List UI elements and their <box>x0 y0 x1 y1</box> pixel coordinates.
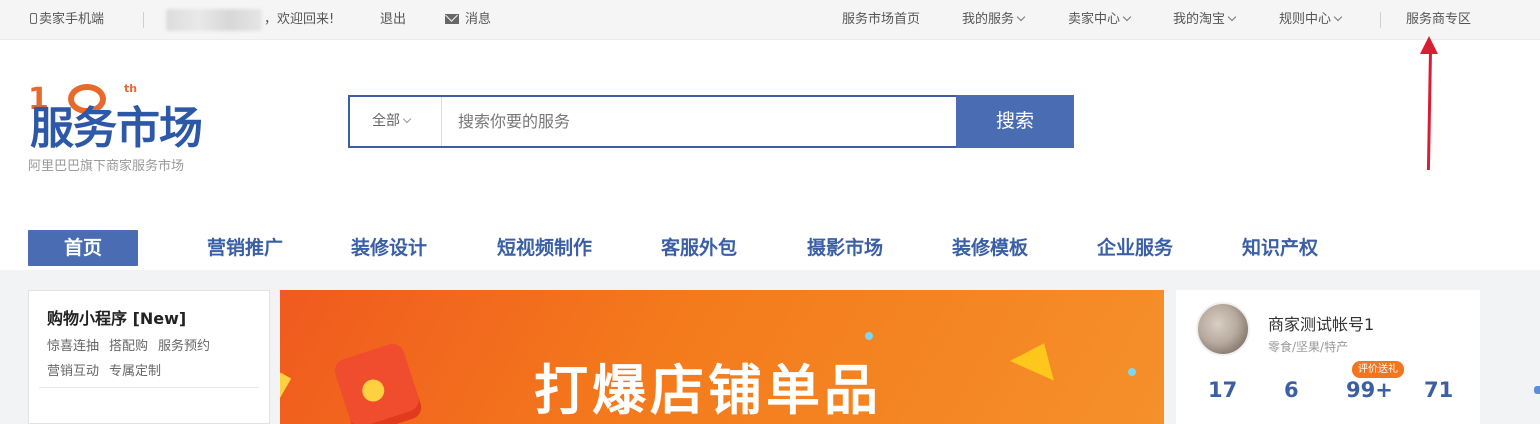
tab-home[interactable]: 首页 <box>28 230 138 266</box>
search-category-select[interactable]: 全部 <box>350 97 442 146</box>
chevron-down-icon <box>1333 12 1343 22</box>
my-services-menu[interactable]: 我的服务 <box>962 11 1026 29</box>
logo-anniversary-suffix: th <box>124 82 138 95</box>
tab-decoration-design[interactable]: 装修设计 <box>351 230 427 266</box>
coin-icon <box>359 376 388 405</box>
banner-decoration <box>280 372 292 400</box>
account-card: 商家测试帐号1 零食/坚果/特产 评价送礼 17 6 99+ 71 <box>1176 290 1480 424</box>
logout-link[interactable]: 退出 <box>380 11 406 29</box>
stat-value[interactable]: 17 <box>1208 378 1237 402</box>
tab-short-video[interactable]: 短视频制作 <box>497 230 592 266</box>
banner-decoration <box>865 332 873 340</box>
link-bundle-buy[interactable]: 搭配购 <box>109 339 148 354</box>
search-input[interactable] <box>444 97 956 146</box>
divider <box>143 12 144 28</box>
link-marketing-interaction[interactable]: 营销互动 <box>47 364 99 379</box>
logo-title: 服务市场 <box>30 103 203 154</box>
category-links-row: 惊喜连抽 搭配购 服务预约 <box>47 335 220 354</box>
search-bar: 全部 搜索 <box>348 95 1074 148</box>
category-title[interactable]: 购物小程序 [New] <box>47 305 186 329</box>
welcome-text: ，欢迎回来! <box>264 12 335 27</box>
up-arrow-icon <box>1009 333 1067 381</box>
chevron-down-icon <box>1122 12 1132 22</box>
link-custom[interactable]: 专属定制 <box>109 364 161 379</box>
stat-value[interactable]: 99+ <box>1346 378 1393 402</box>
avatar[interactable] <box>1196 302 1250 356</box>
my-taobao-menu[interactable]: 我的淘宝 <box>1173 11 1237 29</box>
provider-zone-link[interactable]: 服务商专区 <box>1406 11 1471 29</box>
red-envelope-icon <box>331 340 425 424</box>
category-links-row: 营销互动 专属定制 <box>47 360 171 379</box>
stat-value[interactable]: 6 <box>1284 378 1299 402</box>
tab-enterprise[interactable]: 企业服务 <box>1097 230 1173 266</box>
messages-link[interactable]: 消息 <box>445 11 491 29</box>
chevron-down-icon <box>402 114 412 124</box>
account-category: 零食/坚果/特产 <box>1268 340 1349 354</box>
site-logo[interactable]: 1 th 服务市场 阿里巴巴旗下商家服务市场 <box>28 82 228 174</box>
market-home-link[interactable]: 服务市场首页 <box>842 11 920 29</box>
chevron-down-icon <box>1016 12 1026 22</box>
logo-subtitle: 阿里巴巴旗下商家服务市场 <box>28 159 185 174</box>
tab-marketing[interactable]: 营销推广 <box>207 230 283 266</box>
rules-center-menu[interactable]: 规则中心 <box>1279 11 1343 29</box>
search-button[interactable]: 搜索 <box>956 95 1074 148</box>
banner-decoration <box>1128 368 1136 376</box>
chevron-down-icon <box>1227 12 1237 22</box>
category-card: 购物小程序 [New] 惊喜连抽 搭配购 服务预约 营销互动 专属定制 <box>28 290 270 424</box>
tab-customer-service[interactable]: 客服外包 <box>661 230 737 266</box>
link-lucky-draw[interactable]: 惊喜连抽 <box>47 339 99 354</box>
banner-headline: 打爆店铺单品 <box>534 359 882 422</box>
link-service-booking[interactable]: 服务预约 <box>158 339 210 354</box>
floating-widget-edge[interactable] <box>1534 386 1540 394</box>
tab-photography[interactable]: 摄影市场 <box>807 230 883 266</box>
tab-ip[interactable]: 知识产权 <box>1242 230 1318 266</box>
review-gift-badge: 评价送礼 <box>1352 361 1404 378</box>
seller-mobile-link[interactable]: 卖家手机端 <box>30 11 104 29</box>
top-bar: 卖家手机端 ，欢迎回来! 退出 消息 服务市场首页 我的服务 卖家中心 我的淘宝… <box>0 0 1540 40</box>
main-nav: 首页 营销推广 装修设计 短视频制作 客服外包 摄影市场 装修模板 企业服务 知… <box>0 225 1540 270</box>
stat-value[interactable]: 71 <box>1424 378 1453 402</box>
annotation-arrow-line <box>1426 45 1433 171</box>
promo-banner[interactable]: 打爆店铺单品 <box>280 290 1164 424</box>
mail-icon <box>445 14 459 24</box>
tab-templates[interactable]: 装修模板 <box>952 230 1028 266</box>
blurred-username <box>166 9 262 31</box>
divider <box>1380 12 1381 28</box>
divider <box>39 387 259 388</box>
account-name: 商家测试帐号1 <box>1268 315 1375 334</box>
seller-center-menu[interactable]: 卖家中心 <box>1068 11 1132 29</box>
phone-icon <box>30 13 37 24</box>
